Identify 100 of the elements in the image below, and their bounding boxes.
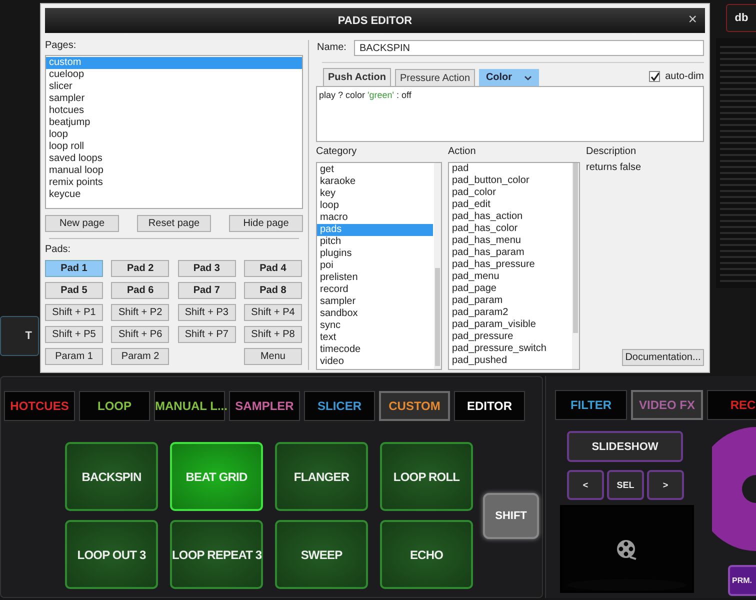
list-item[interactable]: pad_has_color [449, 223, 571, 235]
shift-pad-button[interactable]: Shift + P8 [244, 326, 302, 343]
list-item[interactable]: remix points [46, 177, 302, 189]
list-item[interactable]: sampler [46, 93, 302, 105]
performance-pad[interactable]: LOOP ROLL [380, 442, 473, 511]
list-item[interactable]: pad_pushed [449, 355, 571, 367]
list-item[interactable]: pad_has_param [449, 247, 571, 259]
list-item[interactable]: loop roll [46, 141, 302, 153]
shift-pad-button[interactable]: Shift + P4 [244, 304, 302, 321]
pad-button[interactable]: Pad 6 [111, 282, 170, 299]
page-button[interactable]: New page [45, 215, 119, 232]
list-item[interactable]: manual loop [46, 165, 302, 177]
shift-button[interactable]: SHIFT [483, 492, 539, 538]
list-item[interactable]: loop [317, 200, 433, 212]
deck-tab[interactable]: LOOP [79, 391, 150, 421]
list-item[interactable]: pad_param [449, 295, 571, 307]
list-item[interactable]: key [317, 188, 433, 200]
effect-tab[interactable]: REC [707, 390, 756, 420]
scrollbar[interactable] [572, 163, 579, 369]
list-item[interactable]: macro [317, 212, 433, 224]
nav-button[interactable]: SEL [607, 470, 644, 500]
list-item[interactable]: timecode [317, 344, 433, 356]
deck-tab[interactable]: SLICER [304, 391, 375, 421]
list-item[interactable]: prelisten [317, 272, 433, 284]
list-item[interactable]: sandbox [317, 308, 433, 320]
pad-button[interactable]: Pad 2 [111, 260, 170, 277]
deck-tab[interactable]: EDITOR [454, 391, 525, 421]
performance-pad[interactable]: LOOP REPEAT 3 [170, 520, 263, 589]
list-item[interactable]: pad_page [449, 283, 571, 295]
list-item[interactable]: record [317, 284, 433, 296]
tab[interactable]: Push Action [323, 68, 391, 86]
slideshow-button[interactable]: SLIDESHOW [567, 431, 683, 462]
page-button[interactable]: Hide page [229, 215, 303, 232]
pad-button[interactable]: Pad 7 [178, 282, 236, 299]
list-item[interactable]: pad_menu [449, 271, 571, 283]
list-item[interactable]: loop [46, 129, 302, 141]
parameter-button[interactable]: PRM. [728, 565, 756, 596]
list-item[interactable]: plugins [317, 248, 433, 260]
list-item[interactable]: pad_has_pressure [449, 259, 571, 271]
list-item[interactable]: beatjump [46, 117, 302, 129]
list-item[interactable]: pad_color [449, 187, 571, 199]
list-item[interactable]: poi [317, 260, 433, 272]
scrollbar[interactable] [434, 163, 441, 369]
pad-button[interactable]: Pad 8 [244, 282, 302, 299]
pad-button[interactable]: Pad 5 [45, 282, 103, 299]
shift-pad-button[interactable]: Shift + P3 [178, 304, 236, 321]
list-item[interactable]: hotcues [46, 105, 302, 117]
list-item[interactable]: keycue [46, 189, 302, 201]
shift-pad-button[interactable]: Shift + P7 [178, 326, 236, 343]
list-item[interactable]: slicer [46, 81, 302, 93]
nav-button[interactable]: > [647, 470, 684, 500]
param-button[interactable]: Param 2 [111, 348, 170, 365]
nav-button[interactable]: < [567, 470, 604, 500]
list-item[interactable]: pad_has_menu [449, 235, 571, 247]
list-item[interactable]: pitch [317, 236, 433, 248]
deck-tab[interactable]: MANUAL L... [154, 391, 225, 421]
list-item[interactable]: pad_pressure_switch [449, 343, 571, 355]
pad-button[interactable]: Pad 4 [244, 260, 302, 277]
list-item[interactable]: pad_button_color [449, 175, 571, 187]
shift-pad-button[interactable]: Shift + P5 [45, 326, 103, 343]
shift-pad-button[interactable]: Shift + P1 [45, 304, 103, 321]
tab[interactable]: Pressure Action [394, 69, 476, 86]
performance-pad[interactable]: FLANGER [275, 442, 368, 511]
list-item[interactable]: karaoke [317, 176, 433, 188]
deck-tab[interactable]: CUSTOM [379, 391, 450, 421]
deck-button[interactable]: T [0, 316, 39, 356]
effect-tab[interactable]: FILTER [555, 390, 627, 420]
list-item[interactable]: text [317, 332, 433, 344]
param-button[interactable]: Param 1 [45, 348, 103, 365]
list-item[interactable]: pad_has_action [449, 211, 571, 223]
list-item[interactable]: cueloop [46, 69, 302, 81]
script-editor[interactable]: play ? color 'green' : off [316, 86, 704, 142]
performance-pad[interactable]: ECHO [380, 520, 473, 589]
list-item[interactable]: pad [449, 163, 571, 175]
pad-button[interactable]: Pad 1 [45, 260, 103, 277]
list-item[interactable]: sampler [317, 296, 433, 308]
shift-pad-button[interactable]: Shift + P6 [111, 326, 170, 343]
list-item[interactable]: get [317, 164, 433, 176]
documentation-button[interactable]: Documentation... [622, 349, 704, 366]
close-button[interactable]: × [688, 12, 697, 28]
pad-button[interactable]: Pad 3 [178, 260, 236, 277]
performance-pad[interactable]: LOOP OUT 3 [65, 520, 158, 589]
auto-dim-checkbox[interactable] [649, 71, 660, 82]
deck-tab[interactable]: HOTCUES [4, 391, 75, 421]
shift-pad-button[interactable]: Shift + P2 [111, 304, 170, 321]
list-item[interactable]: pad_edit [449, 199, 571, 211]
performance-pad[interactable]: BACKSPIN [65, 442, 158, 511]
menu-button[interactable]: Menu [244, 348, 302, 365]
deck-tab[interactable]: SAMPLER [229, 391, 300, 421]
list-item[interactable]: sync [317, 320, 433, 332]
list-item[interactable]: pad_param2 [449, 307, 571, 319]
list-item[interactable]: video [317, 356, 433, 368]
list-item[interactable]: pad_pressure [449, 331, 571, 343]
color-dropdown[interactable]: Color [479, 69, 540, 86]
list-item[interactable]: saved loops [46, 153, 302, 165]
page-button[interactable]: Reset page [137, 215, 211, 232]
jog-wheel-drawing[interactable] [712, 427, 756, 551]
name-field[interactable]: BACKSPIN [354, 40, 704, 56]
level-button[interactable]: db [726, 4, 756, 32]
performance-pad[interactable]: SWEEP [275, 520, 368, 589]
